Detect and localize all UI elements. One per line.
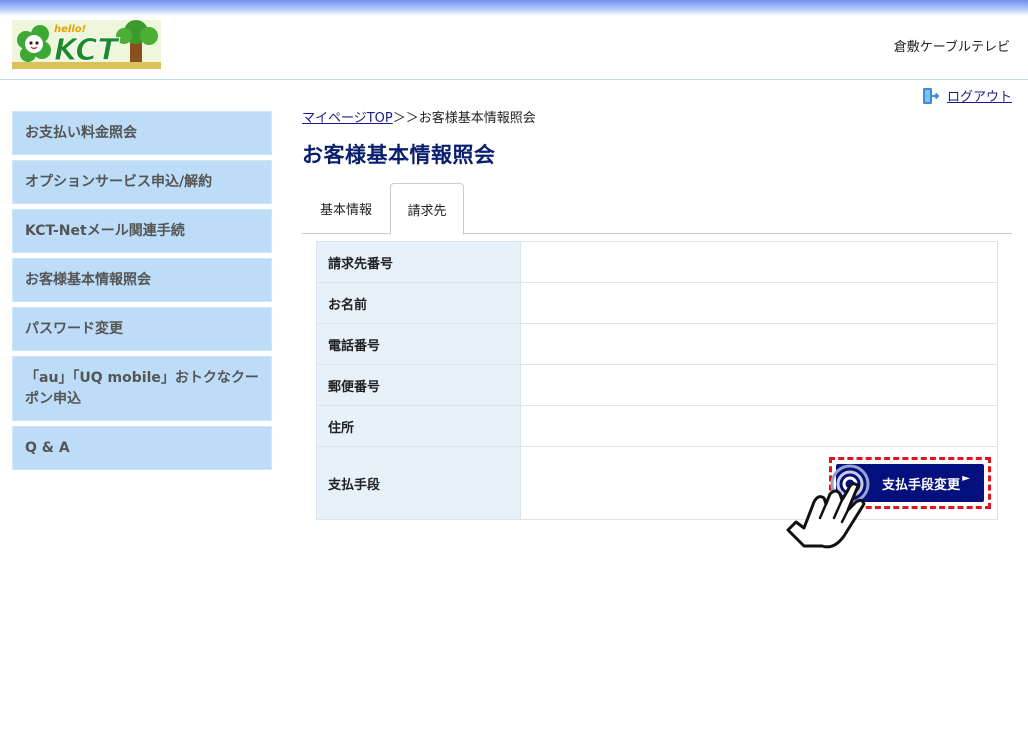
sidebar-item-option-services[interactable]: オプションサービス申込/解約 — [12, 160, 272, 204]
row-value-billing-number — [520, 241, 998, 283]
row-label-payment-method: 支払手段 — [316, 446, 521, 520]
billing-info-table: 請求先番号 お名前 電話番号 郵便番号 住所 支払手段 支払手段変更 ► — [316, 241, 998, 520]
row-value-payment-method: 支払手段変更 ► — [520, 446, 998, 520]
logout-door-icon — [922, 87, 940, 104]
row-value-address — [520, 405, 998, 447]
table-row: 電話番号 — [316, 323, 998, 365]
logout-link[interactable]: ログアウト — [947, 86, 1012, 105]
row-label-billing-number: 請求先番号 — [316, 241, 521, 283]
change-payment-method-button[interactable]: 支払手段変更 ► — [836, 464, 984, 502]
tab-billing[interactable]: 請求先 — [390, 183, 464, 235]
sidebar-menu: お支払い料金照会 オプションサービス申込/解約 KCT-Netメール関連手続 お… — [12, 111, 272, 475]
tab-basic-info[interactable]: 基本情報 — [304, 183, 388, 234]
change-payment-method-label: 支払手段変更 — [881, 477, 960, 493]
sidebar-item-kct-net-mail[interactable]: KCT-Netメール関連手続 — [12, 209, 272, 253]
table-row: お名前 — [316, 282, 998, 324]
row-value-name — [520, 282, 998, 324]
breadcrumb-current: お客様基本情報照会 — [418, 111, 536, 126]
table-row: 住所 — [316, 405, 998, 447]
chevron-right-icon: ► — [962, 473, 970, 484]
sidebar-item-au-uq-coupon[interactable]: 「au」「UQ mobile」おトクなクーポン申込 — [12, 356, 272, 421]
breadcrumb: マイページTOP＞＞お客様基本情報照会 — [302, 107, 536, 126]
row-label-address: 住所 — [316, 405, 521, 447]
table-row: 郵便番号 — [316, 364, 998, 406]
logout[interactable]: ログアウト — [922, 86, 1012, 105]
row-value-phone — [520, 323, 998, 365]
page-title: お客様基本情報照会 — [302, 143, 496, 167]
row-label-phone: 電話番号 — [316, 323, 521, 365]
table-row: 請求先番号 — [316, 241, 998, 283]
top-gradient-bar — [0, 0, 1028, 16]
sidebar-item-password-change[interactable]: パスワード変更 — [12, 307, 272, 351]
row-label-postal-code: 郵便番号 — [316, 364, 521, 406]
table-row: 支払手段 支払手段変更 ► — [316, 446, 998, 520]
info-tabs: 基本情報 請求先 — [302, 183, 1012, 235]
kct-logo-graphic: hello! KCT — [12, 20, 161, 69]
breadcrumb-separator: ＞＞ — [392, 111, 419, 126]
site-header: hello! KCT 倉敷ケーブルテレビ — [0, 16, 1028, 80]
row-label-name: お名前 — [316, 282, 521, 324]
sidebar-item-customer-info[interactable]: お客様基本情報照会 — [12, 258, 272, 302]
sidebar-item-faq[interactable]: Q & A — [12, 426, 272, 470]
sidebar-item-billing-inquiry[interactable]: お支払い料金照会 — [12, 111, 272, 155]
row-value-postal-code — [520, 364, 998, 406]
highlight-frame: 支払手段変更 ► — [829, 457, 991, 509]
kct-logo[interactable]: hello! KCT — [12, 20, 161, 69]
company-name: 倉敷ケーブルテレビ — [893, 40, 1010, 55]
breadcrumb-mypage-top-link[interactable]: マイページTOP — [302, 111, 393, 126]
logo-kct-text: KCT — [54, 33, 120, 68]
